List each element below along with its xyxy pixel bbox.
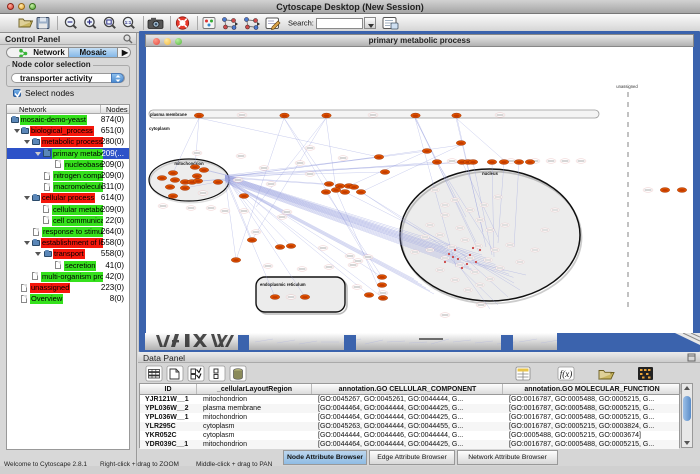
svg-text:endoplasmic reticulum: endoplasmic reticulum xyxy=(260,282,306,287)
svg-text:nucleus: nucleus xyxy=(482,171,498,176)
svg-text:cytoplasm: cytoplasm xyxy=(149,126,170,131)
svg-text:1:1: 1:1 xyxy=(125,20,132,25)
svg-text:Search:: Search: xyxy=(288,19,314,28)
svg-text:f(x): f(x) xyxy=(560,369,573,379)
svg-text:plasma membrane: plasma membrane xyxy=(150,112,187,117)
svg-text:unassigned: unassigned xyxy=(616,84,638,89)
svg-text:mitochondrion: mitochondrion xyxy=(174,161,204,166)
